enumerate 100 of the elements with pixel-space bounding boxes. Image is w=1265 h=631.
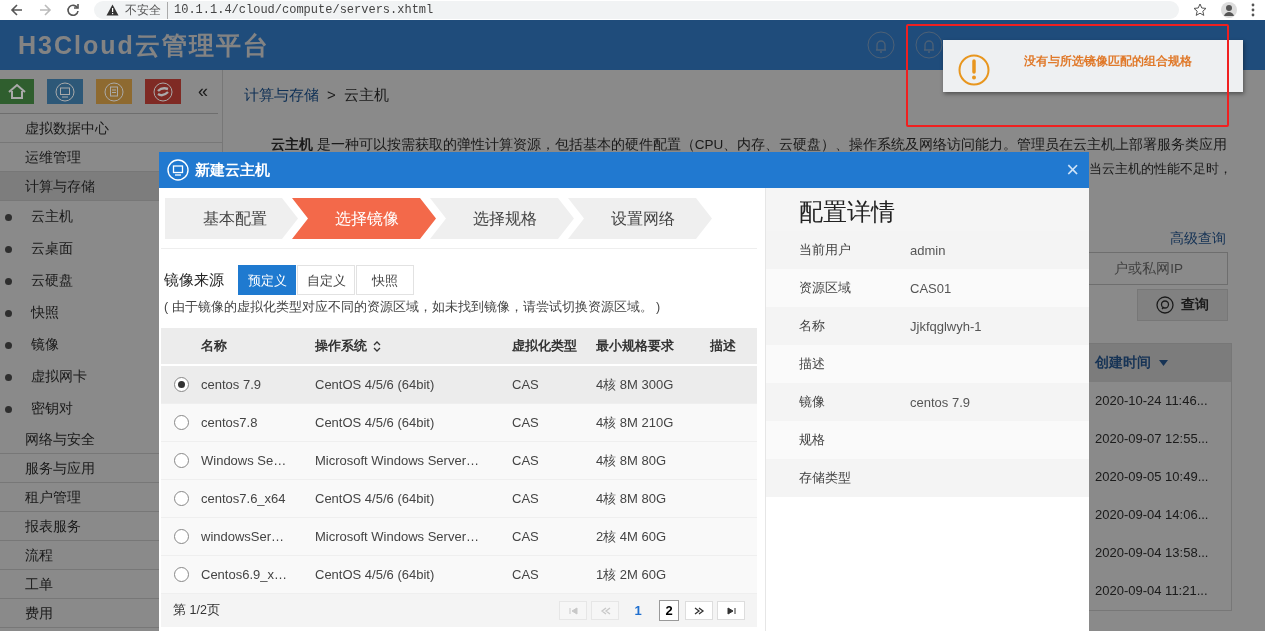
step-tab[interactable]: 选择规格 — [430, 198, 574, 239]
page-button[interactable]: 1 — [629, 601, 647, 620]
intro-text: 云主机 是一种可以按需获取的弹性计算资源，包括基本的硬件配置（CPU、内存、云硬盘）、操作系统及网络访问能力。管理员在云主机上部署服务类应用 — [271, 136, 1229, 154]
column-header: 描述 — [710, 337, 737, 355]
field-label: 镜像来源 — [164, 270, 224, 290]
breadcrumb-current: 云主机 — [343, 86, 389, 105]
column-header[interactable]: 操作系统 — [315, 337, 512, 355]
menu-item[interactable]: 云主机 — [31, 208, 73, 226]
shortcut-button[interactable] — [145, 79, 181, 104]
radio-button[interactable] — [173, 529, 189, 544]
monitor-icon — [53, 79, 77, 104]
column-header: 最小规格要求 — [596, 337, 675, 355]
table-cell-text: CentOS 4/5/6 (64bit) — [315, 415, 436, 430]
detail-value: centos 7.9 — [910, 394, 970, 410]
more-icon[interactable] — [1251, 3, 1255, 17]
detail-value: CAS01 — [910, 280, 952, 296]
column-header: 名称 — [201, 337, 228, 355]
table-cell-text: 2020-09-04 14:06... — [1094, 506, 1210, 524]
back-icon[interactable] — [10, 3, 24, 17]
table-row[interactable]: Windows Se… Microsoft Windows Server… CAS 4核 8M 80G — [161, 442, 757, 480]
close-button[interactable]: × — [1066, 159, 1079, 181]
table-cell-text: CAS — [512, 377, 540, 392]
table-cell-text: 4核 8M 80G — [596, 489, 668, 508]
monitor-icon — [167, 159, 189, 181]
table-cell-text: CentOS 4/5/6 (64bit) — [315, 567, 436, 582]
table-row[interactable]: centos7.6_x64 CentOS 4/5/6 (64bit) CAS 4核 8M 80G — [161, 480, 757, 518]
table-cell-text: CAS — [512, 529, 540, 544]
source-option[interactable]: 自定义 — [297, 265, 355, 295]
reload-icon[interactable] — [66, 3, 80, 17]
last-icon — [724, 604, 738, 617]
forward-icon[interactable] — [38, 3, 52, 17]
caret-icon — [1159, 360, 1168, 366]
step-tab[interactable]: 选择镜像 — [292, 198, 436, 239]
warning-icon — [958, 54, 990, 86]
app-title: H3Cloud云管理平台 — [18, 29, 270, 61]
menu-item[interactable]: 云硬盘 — [31, 272, 73, 290]
column-header: 虚拟化类型 — [512, 337, 578, 355]
table-cell-text: 2核 4M 60G — [596, 527, 668, 546]
radio-button[interactable] — [173, 567, 189, 582]
table-row[interactable]: Centos6.9_x… CentOS 4/5/6 (64bit) CAS 1核 2M 60G — [161, 556, 757, 594]
avatar-icon[interactable] — [1221, 2, 1237, 18]
bullet-icon — [5, 341, 12, 349]
radio-button[interactable] — [173, 377, 189, 392]
menu-item[interactable]: 密钥对 — [31, 400, 73, 418]
table-cell-text: CentOS 4/5/6 (64bit) — [315, 491, 436, 506]
detail-value: admin — [910, 242, 946, 258]
source-option[interactable]: 快照 — [356, 265, 414, 295]
warning-icon — [106, 4, 119, 16]
bullet-icon — [5, 309, 12, 317]
query-label: 查询 — [1181, 296, 1209, 314]
hint-text: ( 由于镜像的虚拟化类型对应不同的资源区域，如未找到镜像，请尝试切换资源区域。 ) — [163, 299, 662, 316]
radio-button[interactable] — [173, 453, 189, 468]
detail-label: 镜像 — [799, 393, 826, 411]
menu-item[interactable]: 云桌面 — [31, 240, 73, 258]
first-icon — [566, 604, 580, 617]
advanced-search-link[interactable]: 高级查询 — [1170, 230, 1226, 248]
table-cell-text: CentOS 4/5/6 (64bit) — [315, 377, 436, 392]
table-cell-text: 1核 2M 60G — [596, 565, 668, 584]
search-icon — [1156, 296, 1174, 314]
table-cell-text: 4核 8M 80G — [596, 451, 668, 470]
detail-label: 资源区域 — [799, 279, 852, 297]
table-row[interactable]: centos 7.9 CentOS 4/5/6 (64bit) CAS 4核 8M 300G — [161, 366, 757, 404]
step-tab[interactable]: 设置网络 — [568, 198, 712, 239]
detail-label: 存储类型 — [799, 469, 852, 487]
page-button[interactable]: 2 — [659, 600, 679, 621]
detail-value: Jjkfqglwyh-1 — [910, 318, 982, 334]
table-cell-text: 2020-09-05 10:49... — [1094, 468, 1210, 486]
star-icon[interactable] — [1193, 3, 1207, 17]
step-tab[interactable]: 基本配置 — [165, 198, 298, 239]
table-cell-text: CAS — [512, 491, 540, 506]
bullet-icon — [5, 213, 12, 221]
security-label: 不安全 — [125, 1, 168, 19]
query-button[interactable]: 查询 — [1137, 289, 1228, 321]
next-page-button[interactable] — [685, 601, 713, 620]
shortcut-button[interactable] — [0, 79, 34, 104]
bullet-icon — [5, 405, 12, 413]
detail-label: 规格 — [799, 431, 826, 449]
shortcut-button[interactable] — [96, 79, 132, 104]
source-option[interactable]: 预定义 — [238, 265, 296, 295]
last-page-button[interactable] — [717, 601, 745, 620]
table-row[interactable]: centos7.8 CentOS 4/5/6 (64bit) CAS 4核 8M 210G — [161, 404, 757, 442]
table-cell-text: CAS — [512, 567, 540, 582]
details-title: 配置详情 — [766, 188, 1089, 231]
menu-group[interactable]: 虚拟数据中心 — [0, 114, 222, 143]
radio-button[interactable] — [173, 415, 189, 430]
address-bar[interactable]: 不安全 10.1.1.4/cloud/compute/servers.xhtml — [94, 1, 1179, 19]
bullet-icon — [5, 245, 12, 253]
shortcut-button[interactable] — [47, 79, 83, 104]
table-cell-text: CAS — [512, 453, 540, 468]
column-header[interactable]: 创建时间 — [1088, 344, 1231, 382]
table-row[interactable]: windowsSer… Microsoft Windows Server… CAS 2核 4M 60G — [161, 518, 757, 556]
radio-button[interactable] — [173, 491, 189, 506]
menu-item[interactable]: 镜像 — [31, 336, 59, 354]
breadcrumb-link[interactable]: 计算与存储 — [244, 86, 319, 105]
table-cell-text: 2020-10-24 11:46... — [1094, 392, 1209, 410]
menu-item[interactable]: 快照 — [31, 304, 59, 322]
collapse-button[interactable]: « — [198, 81, 208, 102]
menu-item[interactable]: 虚拟网卡 — [31, 368, 87, 386]
table-cell-text: 4核 8M 210G — [596, 413, 675, 432]
table-cell-text: 2020-09-04 11:21... — [1094, 582, 1209, 600]
